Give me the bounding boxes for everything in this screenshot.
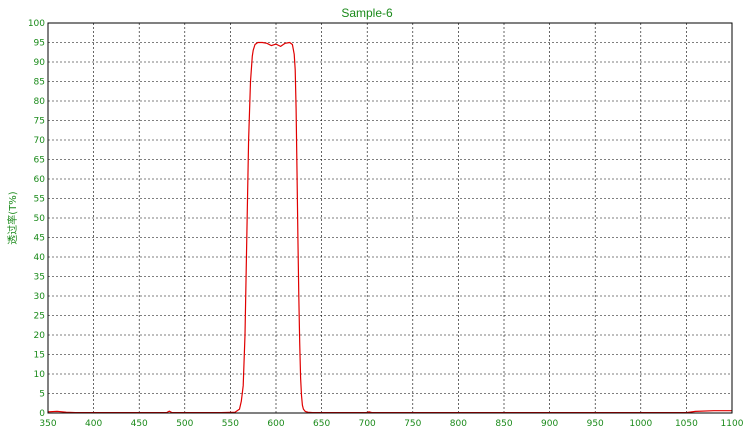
y-tick-label: 10 [34,370,46,380]
x-tick-label: 950 [587,419,604,429]
x-tick-label: 1050 [675,419,698,429]
x-tick-label: 450 [131,419,148,429]
y-tick-label: 35 [34,273,45,283]
y-tick-label: 70 [34,136,46,146]
y-tick-label: 55 [34,195,45,205]
x-tick-label: 850 [495,419,512,429]
y-tick-label: 5 [39,390,45,400]
tick-labels: 350 400 450 500 550 600 650 700 750 800 850 900 950 1… [28,19,744,429]
y-tick-label: 60 [34,175,46,185]
y-tick-label: 20 [34,331,46,341]
x-tick-label: 350 [39,419,56,429]
x-tick-label: 800 [450,419,467,429]
x-tick-label: 1100 [721,419,744,429]
y-axis-label: 透过率(T%) [6,191,19,245]
x-tick-label: 650 [313,419,330,429]
y-tick-label: 65 [34,156,45,166]
transmittance-chart: Sample-6 透过率(T%) 350 400 450 500 550 600 650 70… [6,6,744,429]
y-tick-label: 50 [34,214,46,224]
x-tick-label: 1000 [629,419,652,429]
y-tick-label: 90 [34,58,46,68]
x-tick-label: 900 [541,419,558,429]
y-tick-label: 80 [34,97,46,107]
y-tick-label: 95 [34,39,45,49]
y-tick-label: 45 [34,234,45,244]
series [47,41,732,414]
x-tick-label: 550 [222,419,239,429]
x-tick-label: 600 [267,419,284,429]
chart-title: Sample-6 [341,6,393,20]
x-tick-label: 700 [359,419,376,429]
y-tick-label: 25 [34,312,45,322]
x-tick-label: 750 [404,419,421,429]
y-tick-label: 15 [34,351,45,361]
x-tick-label: 400 [85,419,102,429]
grid [48,23,732,413]
y-tick-label: 100 [28,19,45,29]
y-tick-label: 30 [34,292,46,302]
y-tick-label: 75 [34,117,45,127]
y-tick-label: 0 [39,409,45,419]
x-tick-label: 500 [176,419,193,429]
y-tick-label: 40 [34,253,46,263]
transmittance-line [47,41,732,414]
y-tick-label: 85 [34,78,45,88]
